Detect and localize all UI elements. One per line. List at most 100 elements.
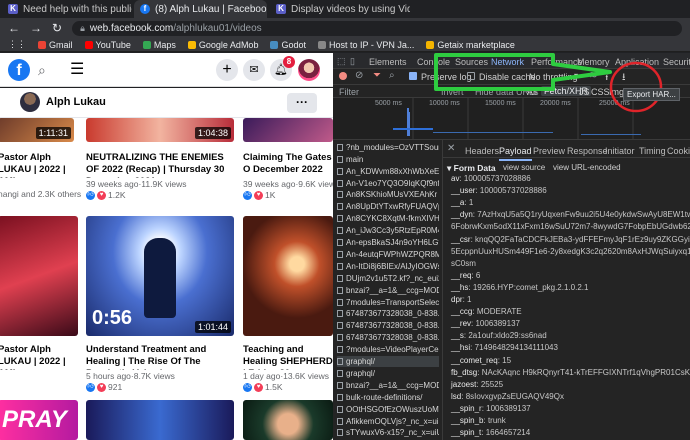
video-meta: 39 weeks ago·9.6K views: [243, 179, 333, 189]
bookmark-item[interactable]: Godot: [270, 40, 306, 50]
bookmark-item[interactable]: Google AdMob: [187, 39, 259, 50]
kodular-favicon-icon: K: [276, 4, 286, 14]
form-field-row: __hsi: 7149648294134111043: [451, 343, 558, 352]
reactions[interactable]: 👍︎ ♥ 1.5K: [243, 382, 283, 392]
bookmark-favicon-icon: [426, 40, 435, 49]
browser-tab-active[interactable]: f (8) Alph Lukau | Facebook ✕: [134, 0, 267, 18]
bookmark-item[interactable]: YouTube: [84, 39, 131, 50]
tab-title: Need help with this public faceb: [23, 3, 132, 15]
form-field-row: dpr: 1: [451, 295, 471, 304]
create-icon[interactable]: +: [216, 59, 238, 81]
reaction-count: 1.2K: [108, 190, 126, 200]
url-path: /alphlukau01/videos: [173, 22, 262, 34]
form-field-key: __hsi: [451, 343, 471, 353]
bookmark-label: YouTube: [95, 39, 131, 50]
video-thumbnail[interactable]: [0, 216, 78, 336]
browser-tab[interactable]: K Need help with this public faceb: [2, 0, 132, 18]
form-field-value: 6FobrwKxm5odX11xFxm16wSuU72m7-8wywdG7Fob…: [451, 222, 690, 232]
form-field-value: 5EcppnUuxHUSm449F1e6-2y8xedgK3c2q2620m8A…: [451, 246, 690, 256]
bookmark-label: Getaix marketplace: [437, 39, 515, 50]
apps-icon[interactable]: ⋮⋮: [8, 39, 26, 50]
video-meta: 1 day ago·13.6K views: [243, 371, 329, 381]
messenger-icon[interactable]: ✉: [243, 59, 265, 81]
browser-tab-strip: K Need help with this public faceb f (8)…: [0, 0, 690, 18]
form-field-key: jazoest: [451, 379, 477, 389]
form-field-row: sC0sm: [451, 259, 476, 268]
video-thumbnail[interactable]: 1:11:31: [0, 118, 74, 142]
like-icon: 👍︎: [243, 190, 252, 200]
page-name[interactable]: Alph Lukau: [46, 96, 106, 108]
tab-title: (8) Alph Lukau | Facebook: [155, 3, 267, 15]
video-meta: nangi and 2.3K others: [0, 189, 82, 199]
menu-icon[interactable]: ☰: [70, 59, 84, 79]
form-field-key: __spin_r: [451, 403, 482, 413]
video-thumbnail[interactable]: [243, 400, 333, 440]
video-title[interactable]: NEUTRALIZING THE ENEMIES OF 2022 (Recap)…: [86, 152, 238, 178]
more-options-button[interactable]: ···: [287, 93, 317, 113]
browser-tab[interactable]: K Display videos by using Video fr: [270, 0, 410, 18]
video-thumbnail[interactable]: [86, 400, 234, 440]
form-field-value: 100005737028886: [463, 174, 531, 183]
video-title[interactable]: Claiming The Gates O December 2022: [243, 152, 333, 178]
form-field-value: 2a1ouf:xldo29:ss6nad: [468, 331, 547, 341]
kodular-favicon-icon: K: [8, 4, 18, 14]
video-thumbnail[interactable]: 0:56 1:01:44: [86, 216, 234, 336]
video-duration: 1:11:31: [35, 127, 71, 139]
form-field-row: __dyn: 7AzHxqU5a5Q1ryUqxenFw9uu2i5U4e0yk…: [451, 210, 690, 219]
form-field-row: lsd: 8sIovxgvpZsEUGAQV49Qx: [451, 392, 564, 401]
love-icon: ♥: [97, 382, 106, 392]
form-field-row: __ccg: MODERATE: [451, 307, 522, 316]
reload-icon[interactable]: ↻: [52, 21, 62, 35]
page-avatar[interactable]: [20, 92, 40, 112]
form-field-value: 25525: [480, 379, 504, 389]
form-field-key: dpr: [451, 295, 463, 304]
facebook-logo-icon[interactable]: f: [8, 59, 30, 81]
search-icon[interactable]: ⌕: [38, 62, 46, 79]
devtools-panel: ⬚ ▯ Elements Console Sources Network Per…: [333, 53, 690, 440]
bookmark-favicon-icon: [142, 40, 151, 49]
form-field-value: 1: [468, 198, 474, 208]
form-field-key: __a: [451, 198, 465, 208]
forward-arrow-icon[interactable]: →: [30, 21, 42, 35]
bookmark-item[interactable]: Getaix marketplace: [426, 40, 515, 50]
video-elapsed: 0:56: [92, 307, 133, 329]
form-field-row: av: 100005737028886: [451, 174, 531, 183]
form-field-value: 7AzHxqU5a5Q1ryUqxenFw9uu2i5U4e0ykdwSwAyU…: [477, 210, 690, 220]
reaction-count: 921: [108, 382, 123, 392]
bookmark-label: Google AdMob: [198, 39, 259, 50]
form-field-row: __spin_t: 1664657214: [451, 428, 530, 437]
form-field-key: __hs: [451, 282, 469, 292]
form-field-row: 5EcppnUuxHUSm449F1e6-2y8xedgK3c2q2620m8A…: [451, 247, 690, 256]
video-title[interactable]: Pastor Alph LUKAU | 2022 | AMI...: [0, 152, 78, 178]
bookmark-favicon-icon: [270, 40, 279, 49]
video-thumbnail[interactable]: 1:04:38: [86, 118, 234, 142]
form-field-row: __hs: 19266.HYP:comet_pkg.2.1.0.2.1: [451, 283, 588, 292]
form-field-value: 1006389137: [486, 403, 531, 413]
form-field-key: __comet_req: [451, 355, 498, 365]
bookmark-item[interactable]: Maps: [142, 40, 176, 50]
love-icon: ♥: [254, 190, 263, 200]
bookmarks-bar: ⋮⋮ Gmail YouTube Maps Google AdMob Godot Host …: [0, 38, 690, 52]
video-title[interactable]: Teaching and Healing SHEPHERD | Friday 3…: [243, 344, 333, 370]
bookmark-favicon-icon: [187, 40, 196, 49]
video-thumbnail[interactable]: [243, 118, 333, 142]
form-field-row: __rev: 1006389137: [451, 319, 520, 328]
bookmark-favicon-icon: [84, 40, 93, 49]
video-title[interactable]: Pastor Alph LUKAU | 2022 | AMI...: [0, 344, 78, 370]
back-arrow-icon[interactable]: ←: [8, 21, 20, 35]
bookmark-item[interactable]: Host to IP - VPN Ja...: [317, 40, 414, 50]
account-avatar[interactable]: [298, 59, 320, 81]
form-field-value: sC0sm: [451, 258, 476, 268]
video-thumbnail[interactable]: PRAY: [0, 400, 78, 440]
reaction-count: 1K: [265, 190, 276, 200]
bookmark-item[interactable]: Gmail: [38, 40, 73, 50]
video-thumbnail[interactable]: [243, 216, 333, 336]
reactions[interactable]: 👍︎ ♥ 1K: [243, 190, 275, 200]
form-field-key: __user: [451, 186, 476, 196]
form-data-list: av: 100005737028886 __user: 1000057370288…: [333, 53, 690, 440]
reactions[interactable]: 👍︎ ♥ 921: [86, 382, 122, 392]
reactions[interactable]: 👍︎ ♥ 1.2K: [86, 190, 126, 200]
video-title[interactable]: Understand Treatment and Healing | The R…: [86, 344, 238, 370]
form-field-row: __req: 6: [451, 271, 480, 280]
url-bar[interactable]: 🔒︎ web.facebook.com/alphlukau01/videos: [72, 20, 682, 36]
